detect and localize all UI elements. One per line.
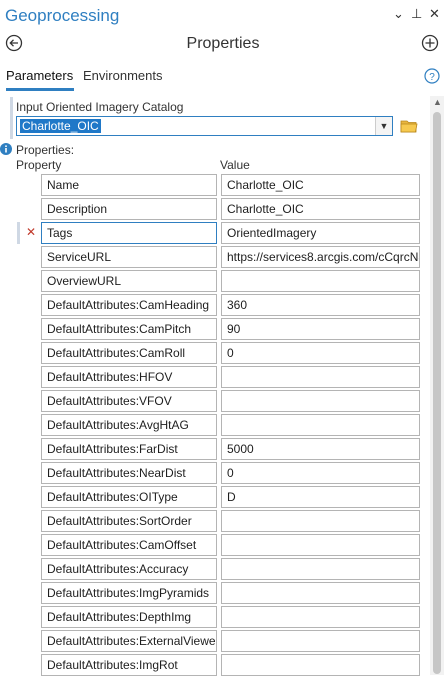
property-name-cell[interactable]: DefaultAttributes:VFOV <box>41 390 217 412</box>
property-value-cell[interactable]: 5000 <box>221 438 420 460</box>
property-value-cell[interactable]: 90 <box>221 318 420 340</box>
property-value-cell[interactable]: Charlotte_OIC <box>221 174 420 196</box>
scroll-up-icon[interactable]: ▲ <box>433 97 442 107</box>
table-row: DefaultAttributes:OIType D <box>0 486 430 508</box>
property-value-cell[interactable] <box>221 270 420 292</box>
close-icon[interactable]: ✕ <box>429 6 440 22</box>
property-value-cell[interactable] <box>221 558 420 580</box>
property-name-cell[interactable]: Tags <box>41 222 217 244</box>
table-row: DefaultAttributes:ImgRot <box>0 654 430 676</box>
property-name-cell[interactable]: Name <box>41 174 217 196</box>
table-row: Name Charlotte_OIC <box>0 174 430 196</box>
property-name-cell[interactable]: DefaultAttributes:CamPitch <box>41 318 217 340</box>
selected-row-indicator <box>17 222 20 244</box>
property-value-cell[interactable]: Charlotte_OIC <box>221 198 420 220</box>
table-row: DefaultAttributes:NearDist 0 <box>0 462 430 484</box>
table-row: DefaultAttributes:HFOV <box>0 366 430 388</box>
delete-row-icon[interactable]: ✕ <box>26 225 36 239</box>
table-row: DefaultAttributes:AvgHtAG <box>0 414 430 436</box>
property-value-cell[interactable] <box>221 390 420 412</box>
property-name-cell[interactable]: DefaultAttributes:ImgRot <box>41 654 217 676</box>
property-value-cell[interactable] <box>221 606 420 628</box>
property-value-cell[interactable] <box>221 510 420 532</box>
property-value-cell[interactable] <box>221 414 420 436</box>
table-row: DefaultAttributes:SortOrder <box>0 510 430 532</box>
table-row: DefaultAttributes:CamOffset <box>0 534 430 556</box>
chevron-down-icon[interactable]: ▼ <box>375 117 392 135</box>
help-icon[interactable]: ? <box>424 68 440 84</box>
table-row: ServiceURL https://services8.arcgis.com/c… <box>0 246 430 268</box>
property-name-cell[interactable]: DefaultAttributes:CamRoll <box>41 342 217 364</box>
property-value-cell[interactable]: OrientedImagery <box>221 222 420 244</box>
table-row: DefaultAttributes:VFOV <box>0 390 430 412</box>
property-name-cell[interactable]: DefaultAttributes:Accuracy <box>41 558 217 580</box>
pane-title: Geoprocessing <box>5 6 120 25</box>
property-value-cell[interactable]: 0 <box>221 462 420 484</box>
property-name-cell[interactable]: Description <box>41 198 217 220</box>
property-value-cell[interactable]: 0 <box>221 342 420 364</box>
property-name-cell[interactable]: OverviewURL <box>41 270 217 292</box>
table-row: Description Charlotte_OIC <box>0 198 430 220</box>
property-value-cell[interactable]: D <box>221 486 420 508</box>
table-row: DefaultAttributes:DepthImg <box>0 606 430 628</box>
property-value-cell[interactable] <box>221 582 420 604</box>
property-name-cell[interactable]: DefaultAttributes:HFOV <box>41 366 217 388</box>
title-bar: Geoprocessing ⌄ ⊥ ✕ <box>0 0 446 30</box>
table-row: DefaultAttributes:ExternalViewe <box>0 630 430 652</box>
property-name-cell[interactable]: DefaultAttributes:CamHeading <box>41 294 217 316</box>
table-row: OverviewURL <box>0 270 430 292</box>
pin-icon[interactable]: ⊥ <box>411 6 422 22</box>
input-catalog-value: Charlotte_OIC <box>20 119 101 133</box>
property-name-cell[interactable]: DefaultAttributes:ExternalViewe <box>41 630 217 652</box>
property-name-cell[interactable]: DefaultAttributes:ImgPyramids <box>41 582 217 604</box>
property-value-cell[interactable]: https://services8.arcgis.com/cCqrcN8 <box>221 246 420 268</box>
tab-environments[interactable]: Environments <box>83 68 162 83</box>
table-row: DefaultAttributes:FarDist 5000 <box>0 438 430 460</box>
scrollbar-thumb[interactable] <box>433 112 441 674</box>
column-header-value: Value <box>220 158 250 172</box>
page-title: Properties <box>186 35 260 52</box>
property-value-cell[interactable] <box>221 366 420 388</box>
property-name-cell[interactable]: ServiceURL <box>41 246 217 268</box>
property-name-cell[interactable]: DefaultAttributes:AvgHtAG <box>41 414 217 436</box>
info-icon <box>0 143 12 155</box>
table-row: DefaultAttributes:CamRoll 0 <box>0 342 430 364</box>
svg-text:?: ? <box>429 72 435 83</box>
property-name-cell[interactable]: DefaultAttributes:DepthImg <box>41 606 217 628</box>
table-row: DefaultAttributes:ImgPyramids <box>0 582 430 604</box>
table-row: DefaultAttributes:Accuracy <box>0 558 430 580</box>
property-value-cell[interactable] <box>221 630 420 652</box>
folder-browse-icon[interactable] <box>400 118 418 134</box>
input-catalog-label: Input Oriented Imagery Catalog <box>16 100 184 114</box>
parameter-indicator <box>10 97 13 139</box>
properties-label: Properties: <box>16 143 75 157</box>
add-icon[interactable] <box>421 34 439 52</box>
table-row: DefaultAttributes:CamPitch 90 <box>0 318 430 340</box>
property-value-cell[interactable] <box>221 654 420 676</box>
active-tab-indicator <box>6 88 74 91</box>
property-name-cell[interactable]: DefaultAttributes:NearDist <box>41 462 217 484</box>
property-name-cell[interactable]: DefaultAttributes:OIType <box>41 486 217 508</box>
property-value-cell[interactable]: 360 <box>221 294 420 316</box>
property-name-cell[interactable]: DefaultAttributes:SortOrder <box>41 510 217 532</box>
property-name-cell[interactable]: DefaultAttributes:CamOffset <box>41 534 217 556</box>
tab-parameters[interactable]: Parameters <box>6 68 73 83</box>
table-row: ✕ Tags OrientedImagery <box>0 222 430 244</box>
property-value-cell[interactable] <box>221 534 420 556</box>
property-name-cell[interactable]: DefaultAttributes:FarDist <box>41 438 217 460</box>
pane-options-icon[interactable]: ⌄ <box>393 6 404 22</box>
table-row: DefaultAttributes:CamHeading 360 <box>0 294 430 316</box>
column-header-property: Property <box>16 158 62 172</box>
input-catalog-dropdown[interactable]: Charlotte_OIC ▼ <box>16 116 393 136</box>
